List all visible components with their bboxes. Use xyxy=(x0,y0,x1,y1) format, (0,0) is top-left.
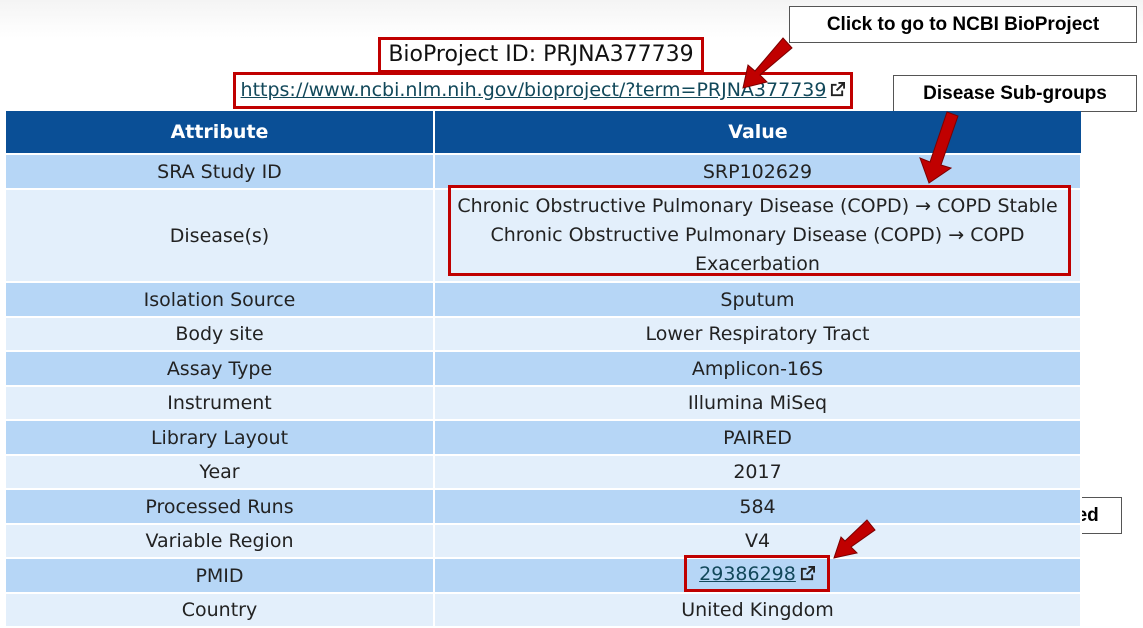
attribute-cell: Instrument xyxy=(4,385,435,421)
bioproject-url: https://www.ncbi.nlm.nih.gov/bioproject/… xyxy=(240,79,827,101)
pmid-value: 29386298 xyxy=(699,563,796,585)
external-link-icon xyxy=(831,82,846,97)
attribute-cell: Processed Runs xyxy=(4,488,435,525)
table-row: Instrument Illumina MiSeq xyxy=(4,385,1082,421)
value-cell: 2017 xyxy=(433,454,1082,490)
attribute-cell: PMID xyxy=(4,557,435,594)
attribute-cell: Country xyxy=(4,592,435,628)
table-row: Year 2017 xyxy=(4,454,1082,490)
table-row: Assay Type Amplicon-16S xyxy=(4,350,1082,387)
bioproject-link-box: https://www.ncbi.nlm.nih.gov/bioproject/… xyxy=(233,72,853,109)
table-row: Body site Lower Respiratory Tract xyxy=(4,316,1082,352)
table-row: PMID xyxy=(4,557,1082,594)
attribute-cell: Assay Type xyxy=(4,350,435,387)
external-link-icon xyxy=(800,566,815,581)
attribute-cell: Library Layout xyxy=(4,419,435,456)
value-cell: Illumina MiSeq xyxy=(433,385,1082,421)
value-cell: Lower Respiratory Tract xyxy=(433,316,1082,352)
header-value: Value xyxy=(433,111,1081,154)
attribute-cell: SRA Study ID xyxy=(4,153,435,190)
attribute-cell: Body site xyxy=(4,316,435,352)
value-cell: Amplicon-16S xyxy=(433,350,1082,387)
pmid-highlight-box: 29386298 xyxy=(684,555,830,592)
value-cell: V4 xyxy=(433,523,1082,559)
table-row: Variable Region V4 xyxy=(4,523,1082,559)
bioproject-title: BioProject ID: PRJNA377739 xyxy=(378,37,704,73)
table-row: SRA Study ID SRP102629 xyxy=(4,153,1082,190)
header-attribute: Attribute xyxy=(4,111,434,154)
value-cell: PAIRED xyxy=(433,419,1082,456)
attribute-cell: Year xyxy=(4,454,435,490)
table-row: Isolation Source Sputum xyxy=(4,281,1082,318)
bioproject-link[interactable]: https://www.ncbi.nlm.nih.gov/bioproject/… xyxy=(241,79,846,101)
value-cell: SRP102629 xyxy=(433,153,1082,190)
attribute-cell: Variable Region xyxy=(4,523,435,559)
disease-highlight-box xyxy=(448,185,1071,276)
value-cell: United Kingdom xyxy=(433,592,1082,628)
value-cell: Sputum xyxy=(433,281,1082,318)
table-header-row: Attribute Value xyxy=(4,111,1081,154)
pmid-link[interactable]: 29386298 xyxy=(699,563,815,585)
table-row: Country United Kingdom xyxy=(4,592,1082,628)
attribute-cell: Disease(s) xyxy=(4,188,435,283)
attribute-cell: Isolation Source xyxy=(4,281,435,318)
table-row: Processed Runs 584 xyxy=(4,488,1082,525)
table-row: Library Layout PAIRED xyxy=(4,419,1082,456)
callout-disease: Disease Sub-groups xyxy=(893,75,1137,112)
callout-ncbi: Click to go to NCBI BioProject xyxy=(789,6,1137,43)
value-cell: 584 xyxy=(433,488,1082,525)
